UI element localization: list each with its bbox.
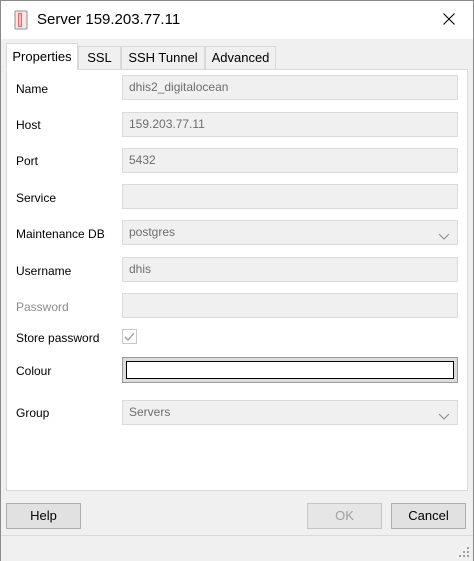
host-field[interactable]: 159.203.77.11 — [122, 112, 458, 137]
password-label: Password — [16, 300, 69, 314]
username-field[interactable]: dhis — [122, 257, 458, 282]
chevron-down-icon — [438, 227, 450, 240]
properties-panel: Name dhis2_digitalocean Host 159.203.77.… — [6, 69, 468, 491]
store-password-label: Store password — [16, 331, 100, 345]
name-field[interactable]: dhis2_digitalocean — [122, 75, 458, 100]
ok-button[interactable]: OK — [307, 503, 382, 529]
host-label: Host — [16, 118, 41, 132]
colour-picker[interactable] — [122, 357, 458, 383]
close-icon — [443, 12, 455, 28]
title-bar: Server 159.203.77.11 — [1, 1, 473, 39]
name-label: Name — [16, 82, 49, 96]
service-label: Service — [16, 191, 57, 205]
cancel-button[interactable]: Cancel — [391, 503, 466, 529]
resize-grip-icon[interactable] — [458, 546, 470, 558]
maintenance-db-label: Maintenance DB — [16, 227, 105, 241]
username-label: Username — [16, 264, 72, 278]
tab-ssh-tunnel[interactable]: SSH Tunnel — [121, 46, 205, 69]
port-label: Port — [16, 154, 39, 168]
chevron-down-icon — [438, 407, 450, 420]
service-field[interactable] — [122, 184, 458, 209]
password-field[interactable] — [122, 293, 458, 318]
tab-advanced[interactable]: Advanced — [205, 46, 276, 69]
maintenance-db-value: postgres — [129, 225, 176, 239]
server-icon — [13, 10, 29, 30]
store-password-checkbox[interactable] — [122, 329, 137, 344]
checkmark-icon — [123, 332, 136, 346]
group-value: Servers — [129, 405, 171, 419]
tab-properties[interactable]: Properties — [6, 43, 78, 70]
server-dialog: Server 159.203.77.11 Properties SSL SSH … — [0, 0, 474, 561]
colour-swatch — [126, 361, 454, 379]
port-field[interactable]: 5432 — [122, 148, 458, 173]
close-button[interactable] — [426, 1, 472, 39]
group-select[interactable]: Servers — [122, 400, 458, 425]
window-title: Server 159.203.77.11 — [37, 11, 181, 28]
tab-ssl[interactable]: SSL — [78, 46, 121, 69]
colour-label: Colour — [16, 364, 52, 378]
help-button[interactable]: Help — [6, 503, 81, 529]
maintenance-db-select[interactable]: postgres — [122, 220, 458, 245]
group-label: Group — [16, 406, 50, 420]
status-bar — [1, 535, 473, 561]
